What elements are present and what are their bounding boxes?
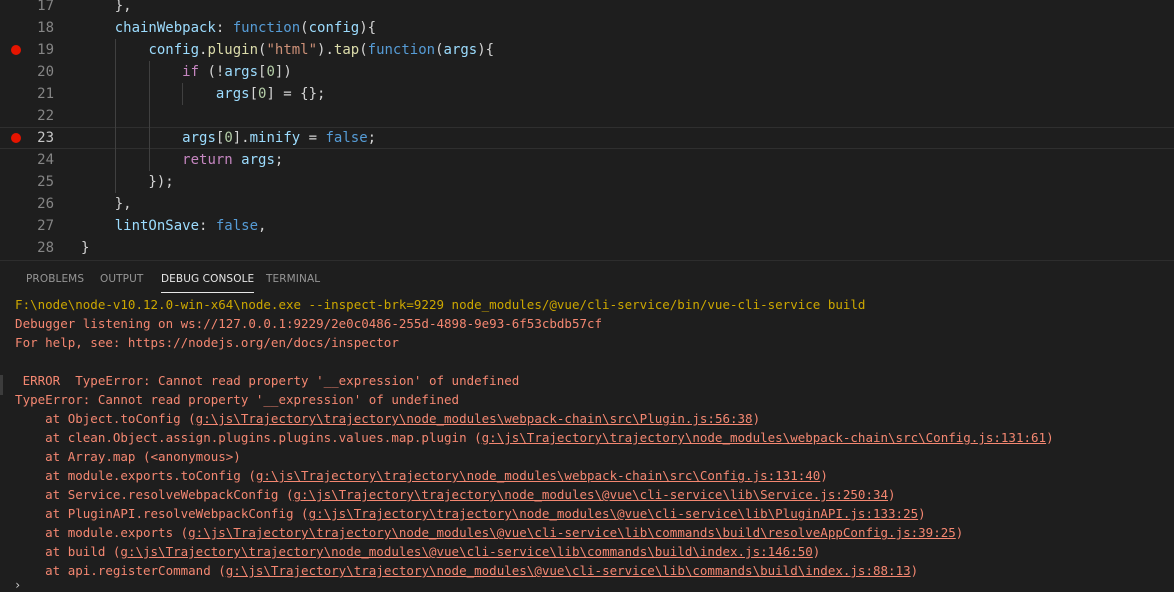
code-line[interactable]: 24 return args; xyxy=(0,149,1174,171)
tab-problems[interactable]: PROBLEMS xyxy=(26,273,84,285)
code-text: }, xyxy=(81,0,132,14)
source-link[interactable]: g:\js\Trajectory\trajectory\node_modules… xyxy=(188,525,956,540)
code-line[interactable]: 27 lintOnSave: false, xyxy=(0,215,1174,237)
bottom-panel: PROBLEMS OUTPUT DEBUG CONSOLE TERMINAL F… xyxy=(0,260,1174,592)
line-number: 17 xyxy=(37,0,54,14)
source-link[interactable]: g:\js\Trajectory\trajectory\node_modules… xyxy=(294,487,889,502)
debug-console-output[interactable]: F:\node\node-v10.12.0-win-x64\node.exe -… xyxy=(0,295,1174,585)
code-line[interactable]: 19 config.plugin("html").tap(function(ar… xyxy=(0,39,1174,61)
line-number: 28 xyxy=(37,240,54,256)
line-number: 25 xyxy=(37,174,54,190)
code-line[interactable]: 28} xyxy=(0,237,1174,259)
console-line: at Array.map (<anonymous>) xyxy=(0,449,241,464)
source-link[interactable]: g:\js\Trajectory\trajectory\node_modules… xyxy=(309,506,919,521)
console-scroll-marker xyxy=(0,375,3,395)
console-line: Debugger listening on ws://127.0.0.1:922… xyxy=(0,316,603,331)
tab-output[interactable]: OUTPUT xyxy=(100,273,143,285)
line-number: 21 xyxy=(37,86,54,102)
console-line: TypeError: Cannot read property '__expre… xyxy=(0,392,460,407)
source-link[interactable]: g:\js\Trajectory\trajectory\node_modules… xyxy=(196,411,753,426)
line-number: 22 xyxy=(37,108,54,124)
source-link[interactable]: g:\js\Trajectory\trajectory\node_modules… xyxy=(120,544,812,559)
code-line[interactable]: 17 }, xyxy=(0,0,1174,17)
code-editor[interactable]: 17 }, 18 chainWebpack: function(config){1… xyxy=(0,0,1174,260)
console-line: For help, see: https://nodejs.org/en/doc… xyxy=(0,335,399,350)
console-line: at Service.resolveWebpackConfig (g:\js\T… xyxy=(0,487,896,502)
console-line: at module.exports.toConfig (g:\js\Trajec… xyxy=(0,468,828,483)
code-text: lintOnSave: false, xyxy=(114,218,267,234)
code-line[interactable]: 23 args[0].minify = false; xyxy=(0,127,1174,149)
line-number: 18 xyxy=(37,20,54,36)
code-text: }, xyxy=(81,196,132,212)
tab-terminal[interactable]: TERMINAL xyxy=(266,273,320,285)
code-line[interactable]: 18 chainWebpack: function(config){ xyxy=(0,17,1174,39)
line-number: 23 xyxy=(37,130,54,146)
console-line: at PluginAPI.resolveWebpackConfig (g:\js… xyxy=(0,506,926,521)
code-line[interactable]: 26 }, xyxy=(0,193,1174,215)
panel-tabs: PROBLEMS OUTPUT DEBUG CONSOLE TERMINAL xyxy=(0,261,1174,297)
code-line[interactable]: 25 }); xyxy=(0,171,1174,193)
code-text: }); xyxy=(81,174,174,190)
console-line: at Object.toConfig (g:\js\Trajectory\tra… xyxy=(0,411,761,426)
console-line: F:\node\node-v10.12.0-win-x64\node.exe -… xyxy=(0,297,866,312)
console-line: ERROR TypeError: Cannot read property '_… xyxy=(0,373,520,388)
code-text: if (!args[0]) xyxy=(182,64,292,80)
console-line: at clean.Object.assign.plugins.plugins.v… xyxy=(0,430,1054,445)
line-number: 20 xyxy=(37,64,54,80)
code-line[interactable]: 22 xyxy=(0,105,1174,127)
code-text: chainWebpack: function(config){ xyxy=(114,20,377,36)
console-line: at build (g:\js\Trajectory\trajectory\no… xyxy=(0,544,821,559)
code-line[interactable]: 20 if (!args[0]) xyxy=(0,61,1174,83)
line-number: 26 xyxy=(37,196,54,212)
console-line: at api.registerCommand (g:\js\Trajectory… xyxy=(0,563,919,578)
code-text: return args; xyxy=(182,152,284,168)
line-number: 24 xyxy=(37,152,54,168)
code-text: args[0] = {}; xyxy=(215,86,326,102)
source-link[interactable]: g:\js\Trajectory\trajectory\node_modules… xyxy=(482,430,1046,445)
line-number: 19 xyxy=(37,42,54,58)
code-text: config.plugin("html").tap(function(args)… xyxy=(148,42,495,58)
indent-guide xyxy=(114,105,116,127)
source-link[interactable]: g:\js\Trajectory\trajectory\node_modules… xyxy=(226,563,911,578)
line-number: 27 xyxy=(37,218,54,234)
console-line: at module.exports (g:\js\Trajectory\traj… xyxy=(0,525,964,540)
code-text: args[0].minify = false; xyxy=(182,130,377,146)
tab-debug-console[interactable]: DEBUG CONSOLE xyxy=(161,273,255,293)
code-line[interactable]: 21 args[0] = {}; xyxy=(0,83,1174,105)
indent-guide xyxy=(148,105,150,127)
source-link[interactable]: g:\js\Trajectory\trajectory\node_modules… xyxy=(256,468,820,483)
code-text: } xyxy=(81,240,90,256)
